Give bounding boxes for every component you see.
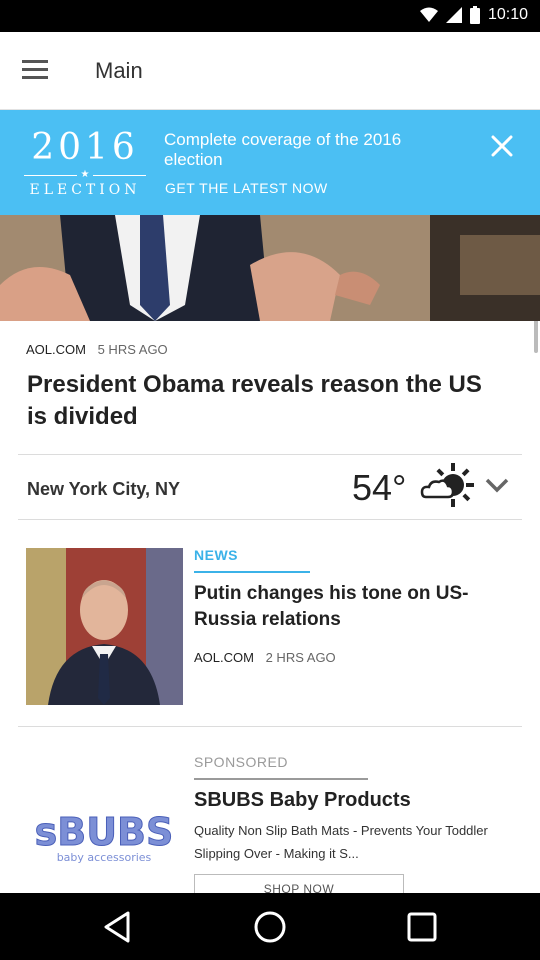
app-bar: Main <box>0 32 540 110</box>
hero-illustration <box>0 215 540 321</box>
battery-icon <box>469 6 480 24</box>
news-category-label: NEWS <box>194 547 238 563</box>
cellular-icon <box>445 7 462 23</box>
news-story-thumbnail[interactable] <box>26 548 183 705</box>
banner-text: Complete coverage of the 2016 election <box>164 130 402 169</box>
sponsored-underline <box>194 778 368 780</box>
partly-sunny-icon <box>420 463 474 507</box>
sponsored-description: Quality Non Slip Bath Mats - Prevents Yo… <box>194 823 488 861</box>
status-icons: 10:10 <box>419 6 528 24</box>
weather-city[interactable]: New York City, NY <box>27 479 180 500</box>
back-icon[interactable] <box>100 909 136 945</box>
top-story-image[interactable] <box>0 215 540 321</box>
sponsored-logo[interactable]: sBUBS baby accessories <box>26 747 183 893</box>
divider <box>18 726 522 727</box>
sbubs-logo-text: sBUBS <box>35 810 174 854</box>
sponsored-title[interactable]: SBUBS Baby Products <box>194 789 411 812</box>
hamburger-menu-icon[interactable] <box>22 60 50 82</box>
divider <box>18 519 522 520</box>
status-bar: 10:10 <box>0 0 540 32</box>
weather-temperature: 54° <box>352 467 407 508</box>
home-icon[interactable] <box>252 909 288 945</box>
top-story-meta: AOL.COM 5 HRS AGO <box>26 342 168 357</box>
sbubs-logo-art: sBUBS baby accessories <box>34 810 174 865</box>
scrollbar[interactable] <box>534 321 538 353</box>
election-logo: 2016 ★ ELECTION <box>24 128 146 204</box>
system-nav-bar <box>0 893 540 960</box>
election-banner[interactable]: 2016 ★ ELECTION Complete coverage of the… <box>0 110 540 215</box>
wifi-icon <box>419 7 438 22</box>
top-story-source: AOL.COM <box>26 342 86 357</box>
news-story-meta: AOL.COM 2 HRS AGO <box>194 650 336 665</box>
chevron-down-icon[interactable] <box>484 476 510 494</box>
sbubs-logo-subtext: baby accessories <box>57 851 152 864</box>
shop-now-button[interactable]: SHOP NOW <box>194 874 404 893</box>
news-story-headline[interactable]: Putin changes his tone on US-Russia rela… <box>194 581 514 633</box>
top-story-headline[interactable]: President Obama reveals reason the US is… <box>27 369 507 433</box>
status-time: 10:10 <box>487 6 528 23</box>
election-logo-word: ELECTION <box>29 182 141 198</box>
top-story-time: 5 HRS AGO <box>97 342 168 357</box>
divider <box>18 454 522 455</box>
news-story-time: 2 HRS AGO <box>265 650 336 665</box>
page-title: Main <box>95 58 143 83</box>
content-feed: AOL.COM 5 HRS AGO President Obama reveal… <box>0 321 540 893</box>
news-category-underline <box>194 571 310 573</box>
banner-cta-link[interactable]: GET THE LATEST NOW <box>165 180 328 196</box>
news-thumbnail-illustration <box>26 548 183 705</box>
recents-icon[interactable] <box>404 909 440 945</box>
election-logo-divider: ★ <box>24 170 146 180</box>
news-story-source: AOL.COM <box>194 650 254 665</box>
close-icon[interactable] <box>488 132 516 160</box>
election-logo-year: 2016 <box>31 127 139 168</box>
star-icon: ★ <box>80 169 90 180</box>
sponsored-label: SPONSORED <box>194 754 288 770</box>
